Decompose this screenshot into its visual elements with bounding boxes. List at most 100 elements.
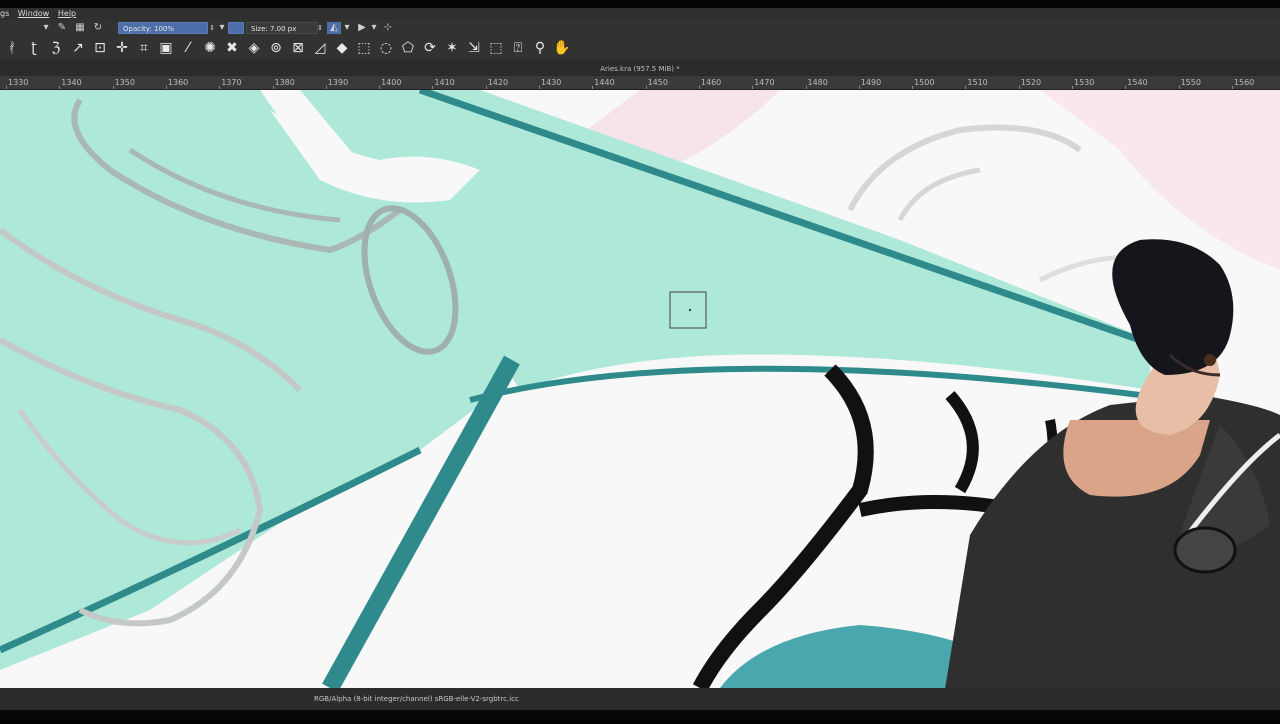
calligraphy-icon[interactable]: ʈ: [24, 38, 44, 58]
mirror-vertical-icon[interactable]: ▶: [356, 22, 368, 34]
size-slider[interactable]: Size: 7.00 px: [246, 22, 318, 34]
perspective-icon[interactable]: ◿: [310, 38, 330, 58]
ruler-tick-label: 1420: [487, 78, 509, 87]
window-bottom-edge: [0, 710, 1280, 720]
ruler-tick-label: 1490: [860, 78, 882, 87]
tool-options-bar: ▾ ✎ ▦ ↻ Opacity: 100% ⇕ ▾ Size: 7.00 px …: [0, 20, 1280, 36]
ruler-tick-mark: [698, 86, 700, 89]
bezier-icon[interactable]: ↗: [68, 38, 88, 58]
chevron-down-icon[interactable]: ▾: [216, 22, 228, 34]
pan-icon[interactable]: ✋: [552, 38, 572, 58]
menu-window[interactable]: Window: [18, 9, 50, 18]
freehand-brush-icon[interactable]: ᚯ: [2, 38, 22, 58]
ruler-tick-label: 1410: [434, 78, 455, 87]
mirror-horizontal-icon[interactable]: ◭: [327, 22, 341, 34]
bezier-select-icon[interactable]: ⬚: [486, 38, 506, 58]
ruler-tick-label: 1380: [274, 78, 295, 87]
color-picker-icon[interactable]: ⁄: [178, 38, 198, 58]
preserve-alpha-icon[interactable]: ▦: [74, 22, 86, 34]
magnetic-select-icon[interactable]: ⍰: [508, 38, 528, 58]
ruler-tick-mark: [858, 86, 860, 89]
contiguous-select-icon[interactable]: ✶: [442, 38, 462, 58]
ruler-tick-mark: [912, 86, 914, 89]
assistant-icon[interactable]: ◈: [244, 38, 264, 58]
ruler-tick-mark: [1072, 86, 1073, 89]
ruler-tick-mark: [165, 86, 167, 89]
reload-preset-icon[interactable]: ↻: [92, 22, 104, 34]
ruler-tick-mark: [272, 86, 274, 89]
reference-icon[interactable]: ⊠: [288, 38, 308, 58]
polygon-select-icon[interactable]: ⬠: [398, 38, 418, 58]
line-icon[interactable]: ℨ: [46, 38, 66, 58]
ruler-tick-label: 1340: [61, 78, 82, 87]
status-bar: RGB/Alpha (8-bit integer/channel) sRGB-e…: [0, 688, 1280, 710]
ruler-tick-mark: [112, 86, 114, 89]
ruler-tick-mark: [325, 86, 327, 89]
horizontal-ruler[interactable]: 1330 1340 1350 1360 1370 1380 1390 1400 1410 1420…: [0, 76, 1280, 90]
ellipse-select-icon[interactable]: ◌: [376, 38, 396, 58]
chevron-down-icon[interactable]: ▾: [368, 22, 380, 34]
ruler-tick-label: 1480: [807, 78, 828, 87]
ruler-tick-label: 1430: [541, 78, 562, 87]
freehand-select-icon[interactable]: ⟳: [420, 38, 440, 58]
size-stepper-icon[interactable]: ⇕: [314, 22, 326, 34]
menu-help[interactable]: Help: [58, 9, 76, 18]
ruler-tick-mark: [6, 86, 7, 89]
ruler-tick-mark: [1018, 86, 1020, 89]
gradient-icon[interactable]: ▣: [156, 38, 176, 58]
ruler-tick-mark: [1178, 86, 1180, 89]
move-icon[interactable]: ✛: [112, 38, 132, 58]
ruler-tick-label: 1370: [221, 78, 242, 87]
rect-select-icon[interactable]: ⬚: [354, 38, 374, 58]
ruler-tick-mark: [539, 86, 540, 89]
ruler-tick-label: 1460: [700, 78, 722, 87]
ruler-tick-mark: [219, 86, 221, 89]
ruler-tick-label: 1360: [167, 78, 189, 87]
document-title: Aries.kra (957.5 MiB) *: [0, 60, 1280, 76]
chevron-down-icon[interactable]: ▾: [341, 22, 353, 34]
wrap-around-icon[interactable]: ⊹: [382, 22, 394, 34]
ruler-tick-label: 1400: [381, 78, 402, 87]
chevron-down-icon[interactable]: ▾: [40, 22, 52, 34]
ruler-tick-label: 1350: [114, 78, 135, 87]
tool-palette: ᚯ ʈ ℨ ↗ ⊡ ✛ ⌗ ▣ ⁄ ✺ ✖ ◈ ⊚ ⊠ ◿ ◆ ⬚ ◌ ⬠ ⟳ …: [0, 36, 1280, 60]
ruler-tick-label: 1560: [1233, 78, 1255, 87]
menu-settings-partial[interactable]: gs: [0, 9, 9, 18]
ruler-tick-label: 1330: [8, 78, 29, 87]
ruler-tick-mark: [432, 86, 434, 89]
crop-icon[interactable]: ⌗: [134, 38, 154, 58]
transform-icon[interactable]: ⊡: [90, 38, 110, 58]
pin-icon[interactable]: ◆: [332, 38, 352, 58]
ruler-tick-mark: [592, 86, 594, 89]
ruler-tick-label: 1440: [594, 78, 615, 87]
ruler-tick-label: 1500: [914, 78, 935, 87]
ruler-tick-mark: [1125, 86, 1127, 89]
opacity-slider[interactable]: Opacity: 100%: [118, 22, 208, 34]
ruler-tick-label: 1510: [967, 78, 988, 87]
ruler-tick-mark: [379, 86, 381, 89]
flow-swatch[interactable]: [228, 22, 244, 34]
ruler-tick-mark: [485, 86, 487, 89]
smart-patch-icon[interactable]: ✺: [200, 38, 220, 58]
vtuber-avatar: [940, 235, 1280, 720]
ruler-tick-label: 1530: [1074, 78, 1095, 87]
ruler-tick-mark: [805, 86, 807, 89]
ruler-tick-label: 1520: [1020, 78, 1042, 87]
ruler-tick-mark: [752, 86, 754, 89]
fill-icon[interactable]: ✖: [222, 38, 242, 58]
window-top-edge: [0, 0, 1280, 8]
ruler-tick-mark: [645, 86, 647, 89]
ruler-tick-label: 1390: [327, 78, 349, 87]
eraser-icon[interactable]: ✎: [56, 22, 68, 34]
similar-select-icon[interactable]: ⇲: [464, 38, 484, 58]
ruler-tick-label: 1470: [754, 78, 775, 87]
zoom-icon[interactable]: ⚲: [530, 38, 550, 58]
measure-icon[interactable]: ⊚: [266, 38, 286, 58]
ruler-tick-mark: [1231, 86, 1233, 89]
menubar: gs Window Help: [0, 8, 1280, 20]
ruler-tick-label: 1550: [1180, 78, 1201, 87]
ruler-tick-label: 1450: [647, 78, 668, 87]
ruler-tick-label: 1540: [1127, 78, 1148, 87]
ruler-tick-mark: [965, 86, 967, 89]
colorspace-label: RGB/Alpha (8-bit integer/channel) sRGB-e…: [314, 695, 519, 703]
